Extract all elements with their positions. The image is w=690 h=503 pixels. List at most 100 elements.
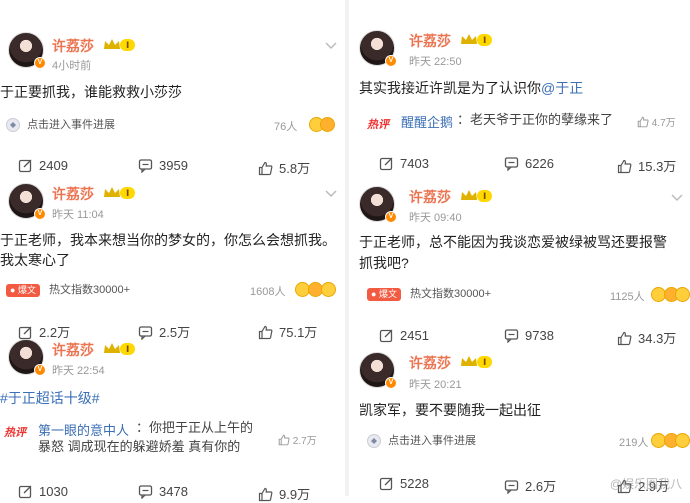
reaction-count: 219人 bbox=[619, 437, 649, 449]
comment-button[interactable]: 3959 bbox=[138, 158, 188, 174]
crown-icon bbox=[461, 356, 477, 366]
comment-button[interactable]: 6226 bbox=[504, 156, 554, 172]
like-count: 34.3万 bbox=[638, 331, 677, 346]
username[interactable]: 许荔莎 bbox=[52, 36, 94, 56]
like-button[interactable]: 34.3万 bbox=[617, 328, 676, 347]
post-content-line-2: 抓我吧? bbox=[359, 255, 409, 271]
username[interactable]: 许荔莎 bbox=[409, 31, 451, 51]
post-time: 昨天 22:50 bbox=[409, 56, 462, 68]
mention-link[interactable]: @于正 bbox=[541, 80, 583, 96]
thumbs-up-icon bbox=[258, 161, 273, 176]
post-content: 其实我接近许凯是为了认识你@于正 bbox=[359, 78, 583, 98]
thumbs-up-icon bbox=[278, 434, 290, 446]
hot-article-link[interactable]: ● 爆文 热文指数30000+ bbox=[367, 285, 491, 303]
event-link[interactable]: 点击进入事件进展 bbox=[367, 432, 476, 450]
comment-button[interactable]: 9738 bbox=[504, 328, 554, 344]
like-count: 9.9万 bbox=[279, 487, 311, 502]
post-card[interactable]: V 许荔莎 Ⅰ 昨天 22:54 #于正超话十级# 热评 第一眼的意中人 ：你把… bbox=[0, 336, 345, 502]
super-topic-link[interactable]: #于正超话十级# bbox=[0, 388, 100, 408]
thumbs-up-icon bbox=[258, 487, 273, 502]
repost-count: 2451 bbox=[400, 328, 429, 343]
thumbs-up-icon bbox=[617, 159, 632, 174]
hot-comment-text-1: ：你把于正从上午的 bbox=[136, 420, 254, 435]
hot-comment-like-count: 4.7万 bbox=[651, 118, 676, 129]
flame-icon: ● bbox=[371, 288, 377, 299]
comment-icon bbox=[504, 329, 519, 344]
watermark: @娱乐圈我八 bbox=[609, 477, 682, 491]
like-count: 5.8万 bbox=[279, 161, 311, 176]
post-content-line-1: 于正老师，总不能因为我谈恋爱被绿被骂还要报警 bbox=[359, 234, 667, 250]
comment-count: 2.6万 bbox=[525, 479, 557, 494]
repost-button[interactable]: 1030 bbox=[18, 484, 68, 499]
flame-icon: ● bbox=[10, 284, 16, 295]
like-button[interactable]: 15.3万 bbox=[617, 156, 676, 175]
chevron-down-icon[interactable] bbox=[325, 190, 337, 198]
hot-comment-label: 热评 bbox=[4, 427, 26, 439]
level-badge: Ⅰ bbox=[120, 39, 136, 51]
username[interactable]: 许荔莎 bbox=[52, 184, 94, 204]
event-label: 点击进入事件进展 bbox=[388, 435, 477, 447]
crown-icon bbox=[104, 187, 120, 197]
comment-button[interactable]: 3478 bbox=[138, 484, 188, 500]
hot-article-link[interactable]: ● 爆文 热文指数30000+ bbox=[6, 281, 130, 299]
post-time: 4小时前 bbox=[52, 60, 92, 72]
comment-icon bbox=[138, 159, 153, 174]
post-card[interactable]: V 许荔莎 Ⅰ 昨天 09:40 于正老师，总不能因为我谈恋爱被绿被骂还要报警 … bbox=[349, 180, 690, 350]
tears-emoji-icon bbox=[321, 282, 336, 297]
post-card[interactable]: V 许荔莎 Ⅰ 昨天 22:50 其实我接近许凯是为了认识你@于正 热评 醒醒企… bbox=[349, 0, 690, 180]
chevron-down-icon[interactable] bbox=[325, 42, 337, 50]
repost-button[interactable]: 2451 bbox=[379, 328, 429, 343]
post-card[interactable]: V 许荔莎 Ⅰ 昨天 20:21 凯家军，要不要随我一起出征 点击进入事件进展 … bbox=[349, 346, 690, 496]
comment-count: 6226 bbox=[525, 156, 554, 171]
hot-comment-text-2: 暴怒 调成现在的躲避娇羞 真有你的 bbox=[38, 439, 241, 454]
repost-count: 1030 bbox=[39, 484, 68, 499]
hot-comment-likes[interactable]: 2.7万 bbox=[278, 432, 317, 447]
post-time: 昨天 11:04 bbox=[52, 209, 104, 221]
hot-badge: ● 爆文 bbox=[6, 283, 40, 297]
repost-icon bbox=[379, 477, 393, 491]
comment-icon bbox=[504, 157, 519, 172]
comment-count: 3478 bbox=[159, 484, 188, 499]
repost-count: 5228 bbox=[400, 476, 429, 491]
comment-count: 3959 bbox=[159, 158, 188, 173]
hot-badge-label: 爆文 bbox=[378, 288, 397, 299]
reaction-count: 76人 bbox=[274, 121, 298, 133]
level-badge: Ⅰ bbox=[477, 190, 493, 202]
smile-emoji-icon bbox=[320, 117, 335, 132]
tears-emoji-icon bbox=[675, 433, 690, 448]
post-card[interactable]: V 许荔莎 Ⅰ 4小时前 于正要抓我，谁能救救小莎莎 点击进入事件进展 76人 … bbox=[0, 0, 345, 180]
repost-button[interactable]: 2409 bbox=[18, 158, 68, 173]
hot-comment-author[interactable]: 第一眼的意中人 bbox=[38, 420, 129, 439]
repost-icon bbox=[18, 159, 32, 173]
comment-count: 9738 bbox=[525, 328, 554, 343]
crown-icon bbox=[461, 190, 477, 200]
thumbs-up-icon bbox=[617, 331, 632, 346]
event-link[interactable]: 点击进入事件进展 bbox=[6, 116, 115, 134]
hot-comment-likes[interactable]: 4.7万 bbox=[637, 114, 676, 129]
repost-button[interactable]: 5228 bbox=[379, 476, 429, 491]
hot-comment-author[interactable]: 醒醒企鹅 bbox=[401, 112, 453, 131]
repost-icon bbox=[379, 157, 393, 171]
post-content-text: 其实我接近许凯是为了认识你 bbox=[359, 80, 541, 96]
chevron-down-icon[interactable] bbox=[671, 194, 683, 202]
hot-comment-label: 热评 bbox=[367, 119, 389, 131]
thumbs-up-icon bbox=[637, 116, 649, 128]
username[interactable]: 许荔莎 bbox=[409, 187, 451, 207]
verified-badge-icon: V bbox=[385, 377, 397, 389]
level-badge: Ⅰ bbox=[477, 34, 493, 46]
crown-icon bbox=[104, 343, 120, 353]
reaction-count: 1608人 bbox=[250, 286, 286, 298]
repost-button[interactable]: 7403 bbox=[379, 156, 429, 171]
comment-button[interactable]: 2.6万 bbox=[504, 476, 556, 495]
level-badge: Ⅰ bbox=[120, 187, 136, 199]
username[interactable]: 许荔莎 bbox=[409, 353, 451, 373]
hot-badge-label: 爆文 bbox=[17, 284, 36, 295]
post-content: 于正要抓我，谁能救救小莎莎 bbox=[0, 84, 182, 100]
event-icon bbox=[367, 434, 381, 449]
like-button[interactable]: 9.9万 bbox=[258, 484, 310, 503]
post-card[interactable]: V 许荔莎 Ⅰ 昨天 11:04 于正老师，我本来想当你的梦女的，你怎么会想抓我… bbox=[0, 180, 345, 346]
event-icon bbox=[6, 118, 20, 133]
like-button[interactable]: 5.8万 bbox=[258, 158, 310, 177]
post-time: 昨天 22:54 bbox=[52, 365, 105, 377]
username[interactable]: 许荔莎 bbox=[52, 340, 94, 360]
